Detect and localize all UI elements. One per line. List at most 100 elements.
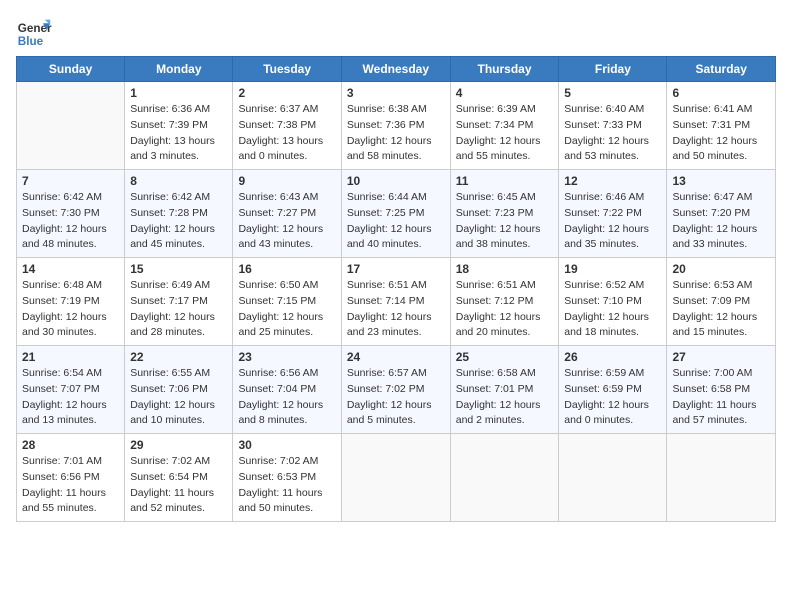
day-number: 13 xyxy=(672,174,770,188)
day-info: Sunrise: 6:44 AM Sunset: 7:25 PM Dayligh… xyxy=(347,190,445,253)
calendar-week-row: 28 Sunrise: 7:01 AM Sunset: 6:56 PM Dayli… xyxy=(17,434,776,522)
day-info: Sunrise: 6:49 AM Sunset: 7:17 PM Dayligh… xyxy=(130,278,227,341)
calendar-week-row: 1 Sunrise: 6:36 AM Sunset: 7:39 PM Daylig… xyxy=(17,82,776,170)
day-number: 7 xyxy=(22,174,119,188)
day-number: 2 xyxy=(238,86,335,100)
weekday-header-cell: Sunday xyxy=(17,57,125,82)
day-number: 28 xyxy=(22,438,119,452)
calendar-day-cell: 6 Sunrise: 6:41 AM Sunset: 7:31 PM Daylig… xyxy=(667,82,776,170)
day-number: 10 xyxy=(347,174,445,188)
day-info: Sunrise: 6:41 AM Sunset: 7:31 PM Dayligh… xyxy=(672,102,770,165)
weekday-header-cell: Thursday xyxy=(450,57,559,82)
day-info: Sunrise: 6:55 AM Sunset: 7:06 PM Dayligh… xyxy=(130,366,227,429)
day-info: Sunrise: 6:57 AM Sunset: 7:02 PM Dayligh… xyxy=(347,366,445,429)
day-info: Sunrise: 6:58 AM Sunset: 7:01 PM Dayligh… xyxy=(456,366,554,429)
calendar-day-cell: 28 Sunrise: 7:01 AM Sunset: 6:56 PM Dayli… xyxy=(17,434,125,522)
day-info: Sunrise: 7:02 AM Sunset: 6:53 PM Dayligh… xyxy=(238,454,335,517)
calendar-day-cell: 3Sunrise: 6:38 AM Sunset: 7:36 PM Daylig… xyxy=(341,82,450,170)
day-number: 4 xyxy=(456,86,554,100)
svg-text:Blue: Blue xyxy=(18,35,44,48)
day-info: Sunrise: 6:46 AM Sunset: 7:22 PM Dayligh… xyxy=(564,190,661,253)
day-info: Sunrise: 6:42 AM Sunset: 7:30 PM Dayligh… xyxy=(22,190,119,253)
day-info: Sunrise: 6:50 AM Sunset: 7:15 PM Dayligh… xyxy=(238,278,335,341)
calendar-day-cell xyxy=(667,434,776,522)
day-number: 22 xyxy=(130,350,227,364)
calendar-day-cell: 15 Sunrise: 6:49 AM Sunset: 7:17 PM Dayli… xyxy=(125,258,233,346)
day-number: 1 xyxy=(130,86,227,100)
calendar-day-cell xyxy=(341,434,450,522)
calendar-week-row: 21Sunrise: 6:54 AM Sunset: 7:07 PM Dayli… xyxy=(17,346,776,434)
calendar-day-cell: 4 Sunrise: 6:39 AM Sunset: 7:34 PM Daylig… xyxy=(450,82,559,170)
day-info: Sunrise: 6:47 AM Sunset: 7:20 PM Dayligh… xyxy=(672,190,770,253)
calendar-week-row: 14 Sunrise: 6:48 AM Sunset: 7:19 PM Dayli… xyxy=(17,258,776,346)
day-info: Sunrise: 6:43 AM Sunset: 7:27 PM Dayligh… xyxy=(238,190,335,253)
calendar-day-cell: 2Sunrise: 6:37 AM Sunset: 7:38 PM Daylig… xyxy=(233,82,341,170)
day-number: 16 xyxy=(238,262,335,276)
calendar-day-cell: 30 Sunrise: 7:02 AM Sunset: 6:53 PM Dayli… xyxy=(233,434,341,522)
day-number: 19 xyxy=(564,262,661,276)
calendar-day-cell: 5Sunrise: 6:40 AM Sunset: 7:33 PM Daylig… xyxy=(559,82,667,170)
day-info: Sunrise: 6:39 AM Sunset: 7:34 PM Dayligh… xyxy=(456,102,554,165)
day-info: Sunrise: 6:42 AM Sunset: 7:28 PM Dayligh… xyxy=(130,190,227,253)
day-number: 24 xyxy=(347,350,445,364)
calendar-day-cell: 27Sunrise: 7:00 AM Sunset: 6:58 PM Dayli… xyxy=(667,346,776,434)
calendar-day-cell: 23Sunrise: 6:56 AM Sunset: 7:04 PM Dayli… xyxy=(233,346,341,434)
calendar-day-cell: 8 Sunrise: 6:42 AM Sunset: 7:28 PM Daylig… xyxy=(125,170,233,258)
page-header: General Blue xyxy=(16,16,776,52)
day-number: 11 xyxy=(456,174,554,188)
day-number: 6 xyxy=(672,86,770,100)
day-number: 20 xyxy=(672,262,770,276)
day-number: 8 xyxy=(130,174,227,188)
day-info: Sunrise: 6:51 AM Sunset: 7:12 PM Dayligh… xyxy=(456,278,554,341)
day-number: 5 xyxy=(564,86,661,100)
day-info: Sunrise: 7:01 AM Sunset: 6:56 PM Dayligh… xyxy=(22,454,119,517)
day-number: 14 xyxy=(22,262,119,276)
weekday-header-cell: Saturday xyxy=(667,57,776,82)
day-info: Sunrise: 6:36 AM Sunset: 7:39 PM Dayligh… xyxy=(130,102,227,165)
day-info: Sunrise: 7:02 AM Sunset: 6:54 PM Dayligh… xyxy=(130,454,227,517)
day-number: 18 xyxy=(456,262,554,276)
calendar-day-cell: 1 Sunrise: 6:36 AM Sunset: 7:39 PM Daylig… xyxy=(125,82,233,170)
logo: General Blue xyxy=(16,16,52,52)
calendar-day-cell: 26 Sunrise: 6:59 AM Sunset: 6:59 PM Dayli… xyxy=(559,346,667,434)
calendar-day-cell: 20 Sunrise: 6:53 AM Sunset: 7:09 PM Dayli… xyxy=(667,258,776,346)
calendar-day-cell: 25 Sunrise: 6:58 AM Sunset: 7:01 PM Dayli… xyxy=(450,346,559,434)
day-number: 25 xyxy=(456,350,554,364)
calendar-day-cell: 10 Sunrise: 6:44 AM Sunset: 7:25 PM Dayli… xyxy=(341,170,450,258)
calendar-day-cell: 13 Sunrise: 6:47 AM Sunset: 7:20 PM Dayli… xyxy=(667,170,776,258)
calendar-day-cell: 7 Sunrise: 6:42 AM Sunset: 7:30 PM Daylig… xyxy=(17,170,125,258)
day-info: Sunrise: 6:51 AM Sunset: 7:14 PM Dayligh… xyxy=(347,278,445,341)
calendar-week-row: 7 Sunrise: 6:42 AM Sunset: 7:30 PM Daylig… xyxy=(17,170,776,258)
day-number: 29 xyxy=(130,438,227,452)
day-info: Sunrise: 6:54 AM Sunset: 7:07 PM Dayligh… xyxy=(22,366,119,429)
day-number: 30 xyxy=(238,438,335,452)
weekday-header-cell: Friday xyxy=(559,57,667,82)
day-info: Sunrise: 6:45 AM Sunset: 7:23 PM Dayligh… xyxy=(456,190,554,253)
calendar-day-cell: 24 Sunrise: 6:57 AM Sunset: 7:02 PM Dayli… xyxy=(341,346,450,434)
day-info: Sunrise: 6:52 AM Sunset: 7:10 PM Dayligh… xyxy=(564,278,661,341)
day-info: Sunrise: 6:48 AM Sunset: 7:19 PM Dayligh… xyxy=(22,278,119,341)
calendar-day-cell xyxy=(17,82,125,170)
logo-icon: General Blue xyxy=(16,16,52,52)
calendar-day-cell xyxy=(559,434,667,522)
calendar-day-cell: 21Sunrise: 6:54 AM Sunset: 7:07 PM Dayli… xyxy=(17,346,125,434)
calendar-day-cell: 18 Sunrise: 6:51 AM Sunset: 7:12 PM Dayli… xyxy=(450,258,559,346)
day-number: 23 xyxy=(238,350,335,364)
calendar-day-cell: 9Sunrise: 6:43 AM Sunset: 7:27 PM Daylig… xyxy=(233,170,341,258)
day-number: 27 xyxy=(672,350,770,364)
calendar-table: SundayMondayTuesdayWednesdayThursdayFrid… xyxy=(16,56,776,522)
weekday-header-cell: Tuesday xyxy=(233,57,341,82)
calendar-day-cell xyxy=(450,434,559,522)
weekday-header-cell: Monday xyxy=(125,57,233,82)
calendar-day-cell: 16 Sunrise: 6:50 AM Sunset: 7:15 PM Dayli… xyxy=(233,258,341,346)
calendar-day-cell: 14 Sunrise: 6:48 AM Sunset: 7:19 PM Dayli… xyxy=(17,258,125,346)
calendar-day-cell: 11 Sunrise: 6:45 AM Sunset: 7:23 PM Dayli… xyxy=(450,170,559,258)
day-info: Sunrise: 6:59 AM Sunset: 6:59 PM Dayligh… xyxy=(564,366,661,429)
calendar-day-cell: 22 Sunrise: 6:55 AM Sunset: 7:06 PM Dayli… xyxy=(125,346,233,434)
day-info: Sunrise: 6:53 AM Sunset: 7:09 PM Dayligh… xyxy=(672,278,770,341)
weekday-header-cell: Wednesday xyxy=(341,57,450,82)
day-number: 3 xyxy=(347,86,445,100)
calendar-day-cell: 29 Sunrise: 7:02 AM Sunset: 6:54 PM Dayli… xyxy=(125,434,233,522)
day-number: 26 xyxy=(564,350,661,364)
day-number: 15 xyxy=(130,262,227,276)
